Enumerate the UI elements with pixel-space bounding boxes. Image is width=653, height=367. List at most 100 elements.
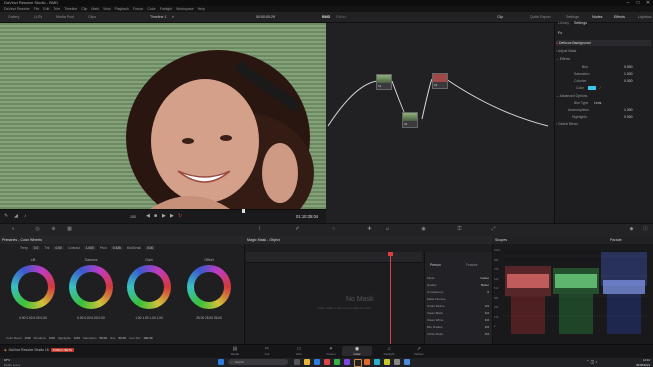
sizing-icon[interactable]: ⤢: [490, 226, 497, 233]
windows-start-icon[interactable]: [218, 359, 224, 365]
param-value[interactable]: 1.000: [624, 107, 633, 113]
param-highlights[interactable]: Highlights 0.000: [556, 114, 651, 120]
color-swatch[interactable]: [588, 86, 596, 90]
edge-icon[interactable]: [314, 359, 320, 365]
keyframes-icon[interactable]: ◆: [628, 226, 635, 233]
mask-playhead[interactable]: [390, 252, 391, 344]
camera-raw-icon[interactable]: ◐: [10, 226, 17, 233]
play-icon[interactable]: ▶: [162, 213, 166, 219]
node-01[interactable]: 01: [376, 74, 392, 90]
param-value[interactable]: 1.000: [83, 246, 96, 250]
mask-row[interactable]: Clean Black 0.0: [427, 309, 489, 316]
effects-button[interactable]: Effects: [614, 12, 625, 22]
row-value[interactable]: 0.0: [485, 318, 489, 322]
color-wheel-gain[interactable]: [127, 265, 171, 309]
param-value[interactable]: 0.000: [624, 78, 633, 84]
taskbar-clock[interactable]: 12:10 09/08/2023: [624, 358, 650, 367]
tab-library[interactable]: Library: [558, 21, 569, 25]
param-color[interactable]: Color ⁄: [556, 85, 651, 91]
gallery-button[interactable]: Gallery: [8, 12, 19, 22]
app-icon-green[interactable]: [334, 359, 340, 365]
resolve-taskbar-icon[interactable]: [354, 359, 362, 367]
stop-icon[interactable]: ■: [154, 213, 157, 219]
app-icon-purple[interactable]: [344, 359, 350, 365]
loop-icon[interactable]: ↻: [178, 213, 182, 219]
app-icon-orange[interactable]: [364, 359, 370, 365]
color-wheel-offset[interactable]: [187, 265, 231, 309]
param-value[interactable]: 0.00: [74, 336, 80, 340]
clips-button[interactable]: Clips: [88, 12, 96, 22]
eyedropper-icon[interactable]: ⁄: [600, 85, 601, 91]
mask-row[interactable]: Mask Finesse: [427, 295, 489, 302]
row-value[interactable]: Faster: [480, 276, 489, 280]
taskbar-search[interactable]: ⌕ Search: [228, 359, 288, 365]
tab-feature[interactable]: Feature: [466, 263, 478, 267]
zoom-clip-selector[interactable]: Clip: [497, 12, 503, 22]
tab-person[interactable]: Person: [430, 263, 441, 267]
skip-forward-icon[interactable]: ▶: [170, 213, 174, 219]
magic-mask-icon[interactable]: ☺: [384, 226, 391, 233]
rgb-mixer-icon[interactable]: ⊕: [50, 226, 57, 233]
param-value[interactable]: 0.00: [49, 336, 55, 340]
param-value[interactable]: 50.00: [118, 336, 126, 340]
group-adjust-mask[interactable]: › Adjust Mask: [556, 48, 651, 54]
param-saturation[interactable]: Saturation 1.000: [556, 71, 651, 77]
param-blur[interactable]: Blur 0.500: [556, 64, 651, 70]
page-tab-cut[interactable]: ✂ Cut: [252, 346, 282, 356]
system-tray-icons[interactable]: ⌃ ◫ ♪: [586, 359, 597, 364]
group-global-blend[interactable]: › Global Blend: [556, 121, 651, 127]
tab-settings[interactable]: Settings: [574, 21, 587, 25]
app-icon-yellow[interactable]: [384, 359, 390, 365]
color-wheel-lift[interactable]: [11, 265, 55, 309]
media-pool-button[interactable]: Media Pool: [56, 12, 74, 22]
mask-row[interactable]: Clean White 0.0: [427, 316, 489, 323]
page-tab-edit[interactable]: ▭ Edit: [284, 346, 314, 356]
audio-icon[interactable]: ♪: [24, 213, 27, 219]
param-value[interactable]: 0.0: [31, 246, 41, 250]
mask-playhead-handle[interactable]: [388, 252, 393, 256]
param-value[interactable]: Lens: [594, 100, 601, 106]
mask-timeline-ruler[interactable]: [246, 252, 422, 263]
color-wheel-gamma[interactable]: [69, 265, 113, 309]
luts-button[interactable]: LUTs: [34, 12, 42, 22]
row-value[interactable]: 0.0: [485, 304, 489, 308]
skip-back-icon[interactable]: ◀: [146, 213, 150, 219]
page-tab-deliver[interactable]: ➚ Deliver: [404, 346, 434, 356]
scope-mode-selector[interactable]: Parade: [610, 236, 622, 244]
node-03[interactable]: 03: [432, 73, 448, 89]
timeline-selector[interactable]: Timeline 1: [150, 12, 166, 22]
window-icon[interactable]: ○: [330, 226, 337, 233]
chevron-down-icon[interactable]: ▾: [172, 12, 174, 22]
param-value[interactable]: 0.000: [624, 114, 633, 120]
video-viewer[interactable]: [0, 23, 326, 209]
group-advanced-options[interactable]: ⌄ Advanced Options: [556, 93, 651, 99]
effect-header[interactable]: ● Defocus Background: [556, 40, 651, 46]
lightbox-button[interactable]: Lightbox: [638, 12, 652, 22]
row-value[interactable]: 0.0: [485, 311, 489, 315]
row-value[interactable]: 0: [487, 290, 489, 294]
dropper-icon[interactable]: ◢: [14, 213, 18, 219]
param-value[interactable]: 1.000: [624, 71, 633, 77]
mask-row[interactable]: Smart Refine 0.0: [427, 302, 489, 309]
blur-icon[interactable]: ◉: [420, 226, 427, 233]
task-view-icon[interactable]: [294, 359, 300, 365]
tracker-icon[interactable]: ✚: [366, 226, 373, 233]
page-tab-media[interactable]: ▤ Media: [220, 346, 250, 356]
param-value[interactable]: 100.00: [143, 336, 152, 340]
page-tab-fairlight[interactable]: ♫ Fairlight: [374, 346, 404, 356]
param-anamorphism[interactable]: Anamorphism 1.000: [556, 107, 651, 113]
nodes-button[interactable]: Nodes: [592, 12, 602, 22]
mask-row[interactable]: Blur Radius 0.0: [427, 323, 489, 330]
pen-tool-icon[interactable]: ✎: [4, 213, 8, 219]
app-icon-blue[interactable]: [404, 359, 410, 365]
curves-icon[interactable]: ⌇: [256, 226, 263, 233]
param-blur-type[interactable]: Blur Type Lens: [556, 100, 651, 106]
effect-enable-icon[interactable]: ●: [556, 41, 558, 45]
param-value[interactable]: 0.00: [144, 246, 156, 250]
mask-row[interactable]: Quality Better: [427, 281, 489, 288]
file-explorer-icon[interactable]: [304, 359, 310, 365]
info-icon[interactable]: ⓘ: [642, 226, 649, 233]
param-colorize[interactable]: Colorize 0.000: [556, 78, 651, 84]
row-value[interactable]: Better: [481, 283, 489, 287]
key-icon[interactable]: ⚿: [456, 226, 463, 233]
